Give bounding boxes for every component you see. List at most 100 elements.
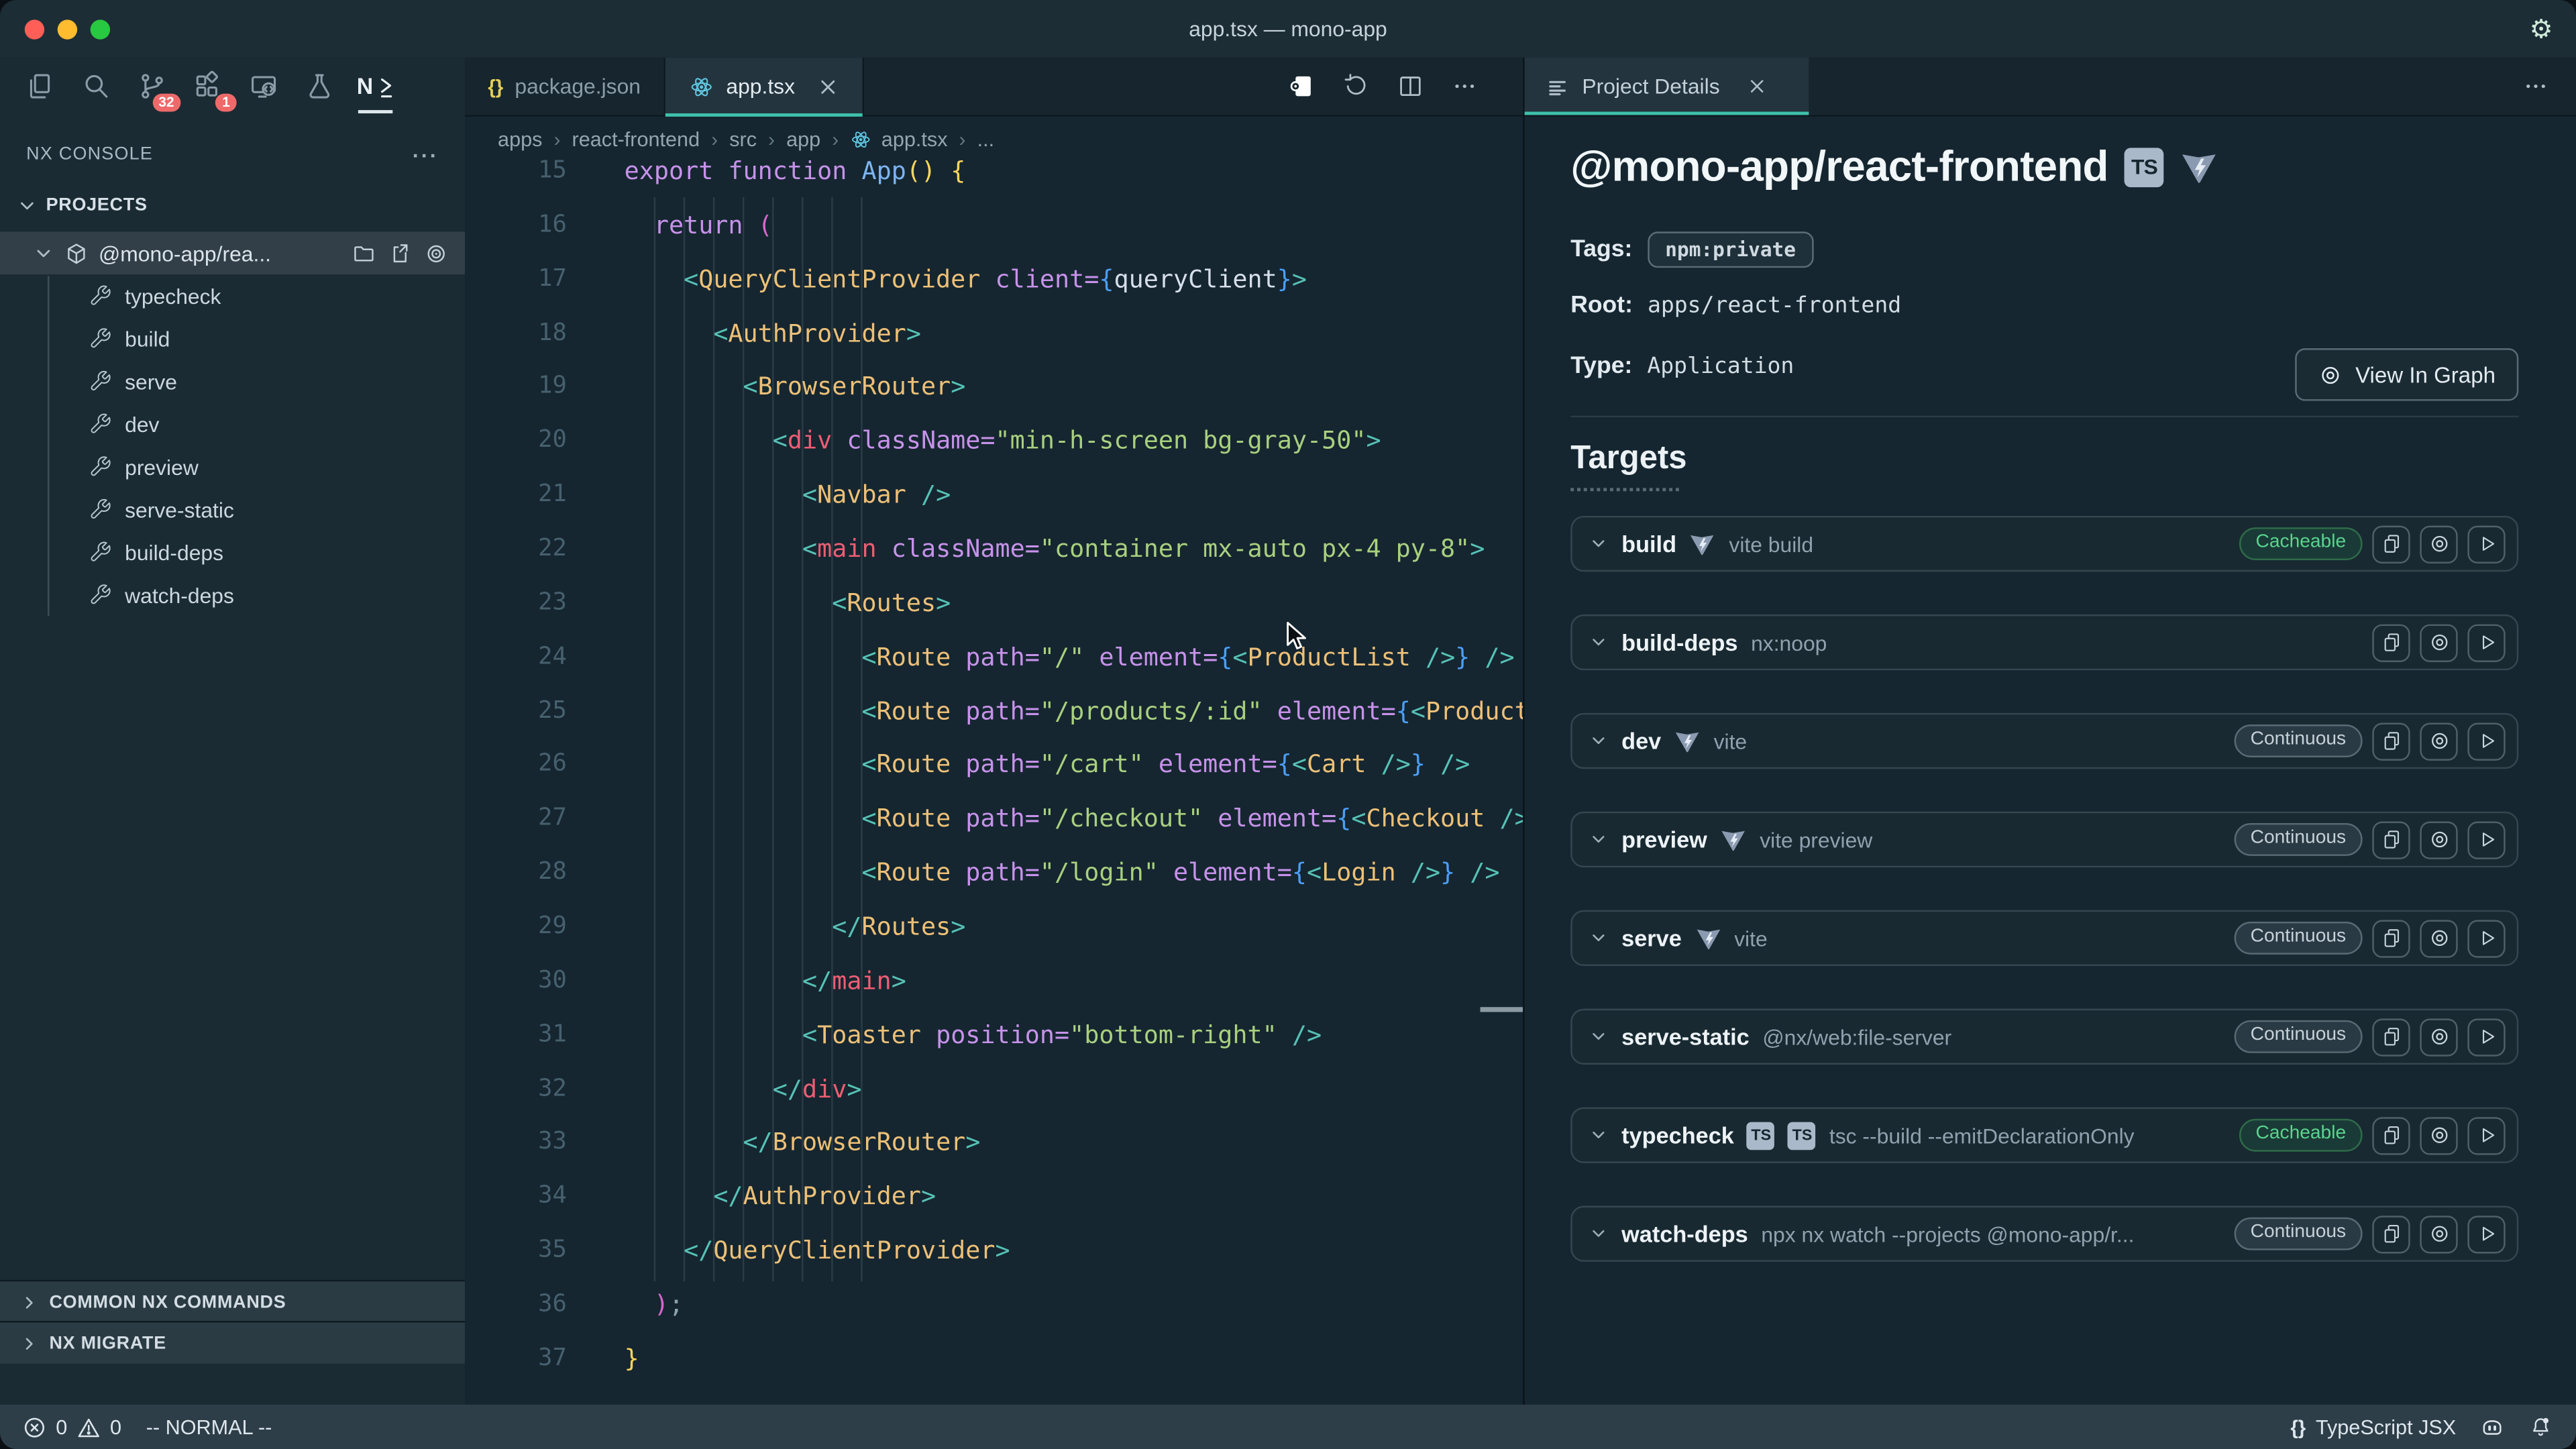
tab-package-json[interactable]: {} package.json <box>465 58 665 115</box>
view-in-graph-button[interactable] <box>2420 1116 2457 1154</box>
open-config-icon[interactable] <box>388 241 413 266</box>
code-line-15[interactable]: 15export function App() { <box>465 145 1523 199</box>
sidebar-section-migrate[interactable]: NX MIGRATE <box>0 1321 465 1364</box>
code-line-36[interactable]: 36 ); <box>465 1278 1523 1332</box>
tab-app-tsx[interactable]: app.tsx <box>665 58 864 115</box>
code-line-17[interactable]: 17 <QueryClientProvider client={queryCli… <box>465 252 1523 306</box>
activity-extensions-icon[interactable]: 1 <box>182 61 233 112</box>
target-card-dev[interactable]: devviteContinuous <box>1570 713 2518 769</box>
more-actions-icon[interactable] <box>1450 72 1479 101</box>
code-line-24[interactable]: 24 <Route path="/" element={<ProductList… <box>465 631 1523 684</box>
view-in-graph-button[interactable] <box>2420 1215 2457 1252</box>
copy-task-button[interactable] <box>2372 722 2410 759</box>
target-card-build[interactable]: buildvite buildCacheable <box>1570 516 2518 572</box>
run-target-button[interactable] <box>2467 525 2505 562</box>
view-in-graph-button[interactable]: View In Graph <box>2294 348 2518 400</box>
run-target-button[interactable] <box>2467 1215 2505 1252</box>
chevron-down-icon[interactable] <box>1589 633 1608 652</box>
tree-target-serve-static[interactable]: serve-static <box>0 488 465 531</box>
code-line-28[interactable]: 28 <Route path="/login" element={<Login … <box>465 847 1523 900</box>
tree-target-serve[interactable]: serve <box>0 360 465 402</box>
language-mode[interactable]: {} TypeScript JSX <box>2290 1415 2456 1438</box>
run-target-button[interactable] <box>2467 820 2505 858</box>
code-line-19[interactable]: 19 <BrowserRouter> <box>465 360 1523 414</box>
problems-indicator[interactable]: 0 0 <box>23 1415 121 1438</box>
target-card-serve[interactable]: serveviteContinuous <box>1570 910 2518 966</box>
chevron-down-icon[interactable] <box>1589 1027 1608 1046</box>
activity-search-icon[interactable] <box>70 61 121 112</box>
code-line-33[interactable]: 33 </BrowserRouter> <box>465 1116 1523 1170</box>
code-line-25[interactable]: 25 <Route path="/products/:id" element={… <box>465 684 1523 738</box>
run-target-button[interactable] <box>2467 722 2505 759</box>
copy-task-button[interactable] <box>2372 1018 2410 1055</box>
target-card-typecheck[interactable]: typecheckTSTStsc --build --emitDeclarati… <box>1570 1108 2518 1163</box>
refresh-icon[interactable] <box>1342 72 1371 101</box>
view-in-graph-button[interactable] <box>2420 1018 2457 1055</box>
close-icon[interactable] <box>1746 76 1768 97</box>
tree-target-watch-deps[interactable]: watch-deps <box>0 574 465 616</box>
sidebar-more-icon[interactable]: ··· <box>413 142 439 167</box>
target-card-serve-static[interactable]: serve-static@nx/web:file-serverContinuou… <box>1570 1009 2518 1065</box>
chevron-down-icon[interactable] <box>1589 1224 1608 1243</box>
run-target-button[interactable] <box>2467 919 2505 957</box>
code-line-34[interactable]: 34 </AuthProvider> <box>465 1170 1523 1224</box>
tab-project-details[interactable]: Project Details <box>1525 58 1809 115</box>
code-line-29[interactable]: 29 </Routes> <box>465 900 1523 954</box>
split-editor-icon[interactable] <box>1397 72 1425 101</box>
copy-task-button[interactable] <box>2372 1116 2410 1154</box>
tree-target-dev[interactable]: dev <box>0 402 465 445</box>
code-line-21[interactable]: 21 <Navbar /> <box>465 468 1523 522</box>
code-line-26[interactable]: 26 <Route path="/cart" element={<Cart />… <box>465 739 1523 792</box>
view-in-graph-button[interactable] <box>2420 919 2457 957</box>
graph-target-icon[interactable] <box>424 241 449 266</box>
tree-target-build[interactable]: build <box>0 317 465 360</box>
activity-explorer-icon[interactable] <box>15 61 66 112</box>
view-in-graph-button[interactable] <box>2420 820 2457 858</box>
chevron-down-icon[interactable] <box>1589 928 1608 948</box>
run-target-button[interactable] <box>2467 623 2505 661</box>
copy-task-button[interactable] <box>2372 623 2410 661</box>
activity-remote-explorer-icon[interactable] <box>238 61 289 112</box>
code-line-37[interactable]: 37} <box>465 1332 1523 1386</box>
projects-section-header[interactable]: PROJECTS <box>0 184 465 227</box>
code-line-35[interactable]: 35 </QueryClientProvider> <box>465 1224 1523 1278</box>
chevron-down-icon[interactable] <box>1589 830 1608 849</box>
code-line-22[interactable]: 22 <main className="container mx-auto px… <box>465 523 1523 576</box>
project-details-icon[interactable] <box>1288 72 1316 101</box>
code-line-31[interactable]: 31 <Toaster position="bottom-right" /> <box>465 1008 1523 1062</box>
activity-testing-icon[interactable] <box>294 61 345 112</box>
tree-target-build-deps[interactable]: build-deps <box>0 531 465 574</box>
activity-source-control-icon[interactable]: 32 <box>127 61 178 112</box>
close-icon[interactable] <box>816 74 839 97</box>
code-line-18[interactable]: 18 <AuthProvider> <box>465 307 1523 360</box>
notifications-bell-icon[interactable] <box>2528 1415 2553 1440</box>
settings-gear-icon[interactable]: ⚙ <box>2530 0 2553 58</box>
traffic-light-zoom[interactable] <box>91 19 110 38</box>
code-line-32[interactable]: 32 </div> <box>465 1063 1523 1116</box>
view-in-graph-button[interactable] <box>2420 722 2457 759</box>
code-line-16[interactable]: 16 return ( <box>465 199 1523 252</box>
run-target-button[interactable] <box>2467 1116 2505 1154</box>
view-in-graph-button[interactable] <box>2420 525 2457 562</box>
copy-task-button[interactable] <box>2372 919 2410 957</box>
sidebar-section-commands[interactable]: COMMON NX COMMANDS <box>0 1280 465 1323</box>
project-row-selected[interactable]: @mono-app/rea... <box>0 231 465 274</box>
copilot-icon[interactable] <box>2479 1413 2506 1440</box>
code-line-27[interactable]: 27 <Route path="/checkout" element={<Che… <box>465 792 1523 846</box>
target-card-watch-deps[interactable]: watch-depsnpx nx watch --projects @mono-… <box>1570 1206 2518 1262</box>
target-card-preview[interactable]: previewvite previewContinuous <box>1570 812 2518 867</box>
chevron-down-icon[interactable] <box>1589 731 1608 751</box>
tree-target-preview[interactable]: preview <box>0 445 465 488</box>
code-area[interactable]: 15export function App() {16 return (17 <… <box>465 164 1523 1405</box>
copy-task-button[interactable] <box>2372 1215 2410 1252</box>
traffic-light-close[interactable] <box>25 19 44 38</box>
chevron-down-icon[interactable] <box>1589 534 1608 553</box>
chevron-down-icon[interactable] <box>1589 1126 1608 1145</box>
code-line-23[interactable]: 23 <Routes> <box>465 576 1523 630</box>
code-line-20[interactable]: 20 <div className="min-h-screen bg-gray-… <box>465 415 1523 468</box>
view-in-graph-button[interactable] <box>2420 623 2457 661</box>
activity-nx-console-icon[interactable]: N <box>350 61 401 112</box>
tree-target-typecheck[interactable]: typecheck <box>0 274 465 317</box>
folder-icon[interactable] <box>352 241 376 266</box>
copy-task-button[interactable] <box>2372 820 2410 858</box>
